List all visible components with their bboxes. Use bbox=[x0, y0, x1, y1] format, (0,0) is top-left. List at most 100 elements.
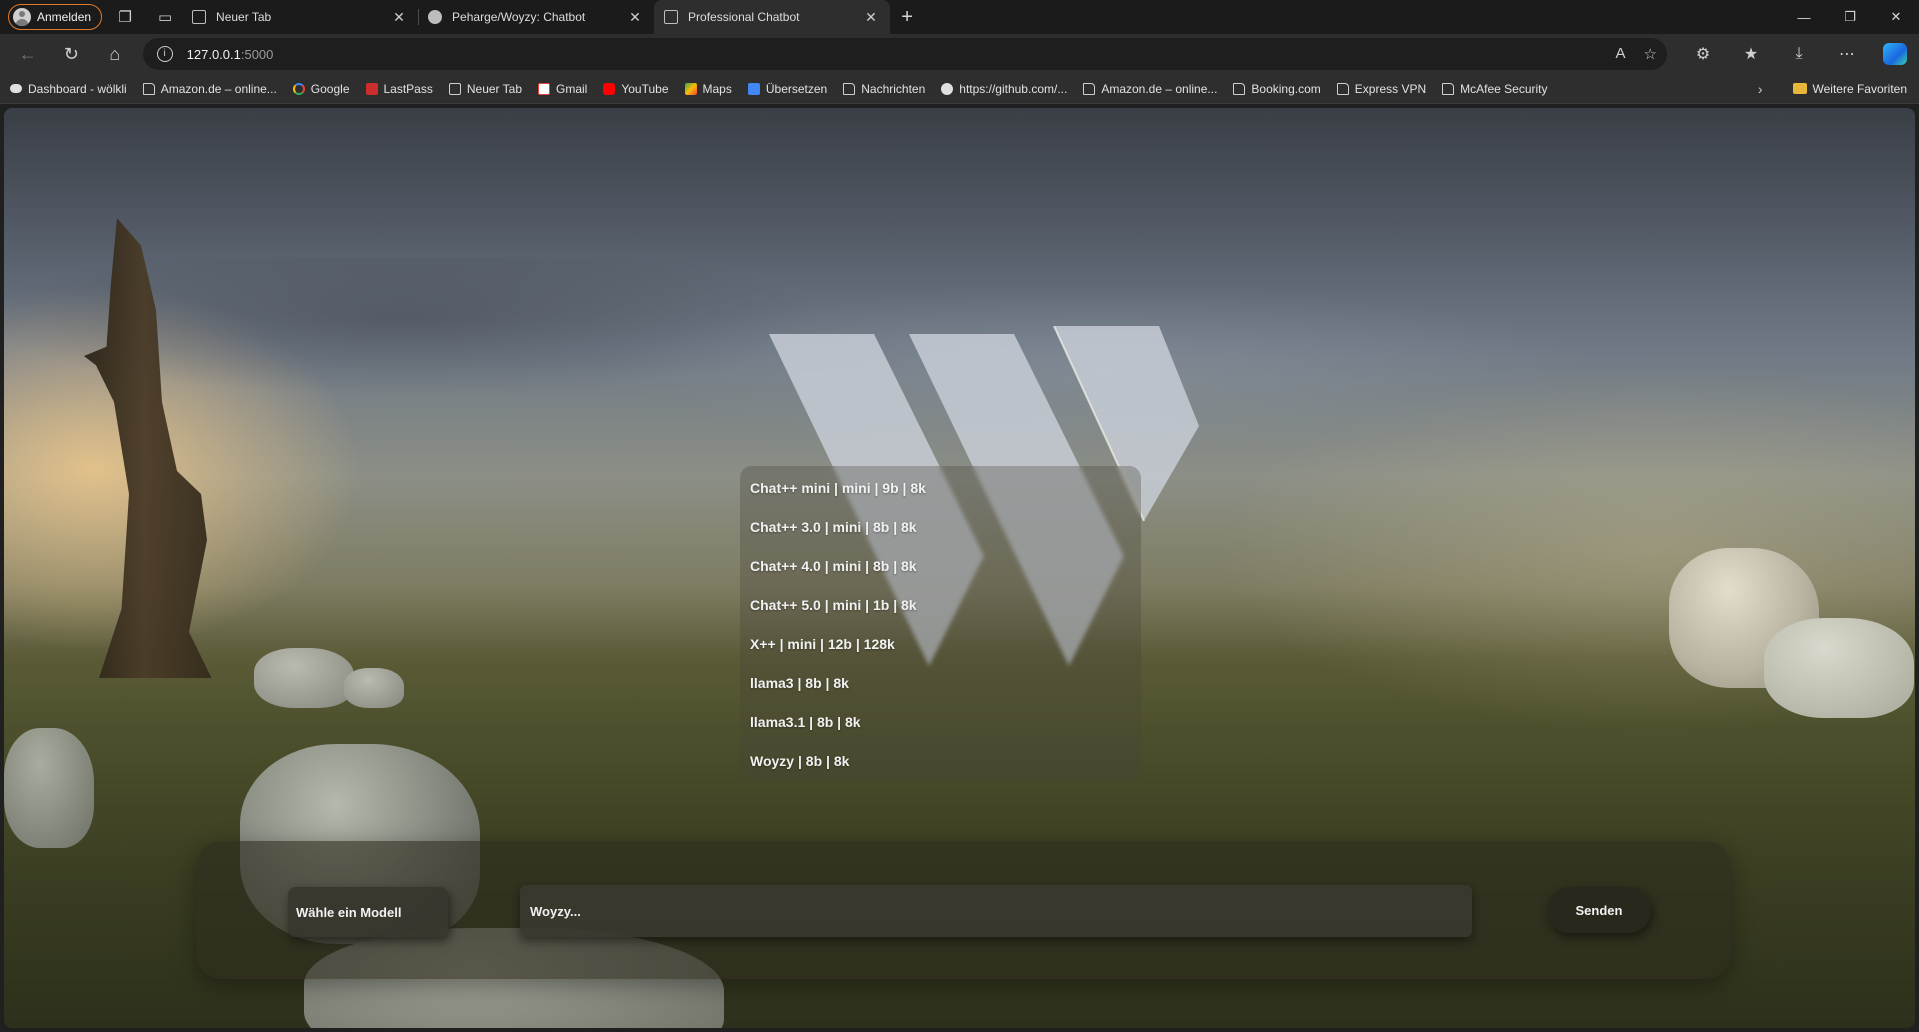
favorite-star-icon[interactable]: ☆ bbox=[1644, 45, 1657, 63]
tab-neuer-tab[interactable]: Neuer Tab ✕ bbox=[182, 0, 418, 34]
gmail-icon bbox=[538, 82, 551, 95]
minimize-icon[interactable]: — bbox=[1781, 0, 1827, 34]
page-icon bbox=[192, 10, 207, 24]
close-tab-icon[interactable]: ✕ bbox=[390, 9, 408, 26]
tab-label: Neuer Tab bbox=[216, 10, 272, 24]
favorite-gmail[interactable]: Gmail bbox=[538, 82, 587, 96]
lastpass-icon bbox=[365, 82, 378, 95]
back-icon[interactable]: ← bbox=[6, 38, 50, 70]
favorite-express-vpn[interactable]: Express VPN bbox=[1336, 82, 1426, 96]
favorite-label: Nachrichten bbox=[861, 81, 926, 96]
favorite-nachrichten[interactable]: Nachrichten bbox=[843, 82, 925, 96]
profile-label: Anmelden bbox=[37, 10, 92, 24]
extensions-icon[interactable]: ⚙ bbox=[1679, 43, 1727, 65]
favorite-amazon-2[interactable]: Amazon.de – online... bbox=[1083, 82, 1217, 96]
page-icon bbox=[1336, 82, 1349, 95]
reload-icon[interactable]: ↻ bbox=[50, 38, 94, 70]
favorite-google[interactable]: Google bbox=[292, 82, 350, 96]
close-tab-icon[interactable]: ✕ bbox=[862, 9, 880, 26]
copilot-icon[interactable] bbox=[1871, 43, 1919, 65]
more-menu-icon[interactable]: ⋯ bbox=[1823, 43, 1871, 65]
favorite-label: McAfee Security bbox=[1460, 81, 1548, 96]
chevron-right-icon[interactable]: › bbox=[1758, 81, 1763, 97]
tab-label: Professional Chatbot bbox=[688, 10, 800, 24]
tab-actions-icon[interactable]: ▭ bbox=[148, 3, 182, 31]
model-select[interactable]: Wähle ein Modell bbox=[288, 887, 448, 937]
model-option[interactable]: Chat++ 3.0 | mini | 8b | 8k bbox=[740, 507, 1141, 546]
favorite-label: YouTube bbox=[621, 81, 669, 96]
page-icon bbox=[843, 82, 856, 95]
chat-input-panel: Wähle ein Modell Senden bbox=[196, 841, 1731, 979]
new-tab-button[interactable]: + bbox=[890, 3, 924, 31]
model-dropdown-list: Chat++ mini | mini | 9b | 8k Chat++ 3.0 … bbox=[740, 466, 1141, 780]
close-window-icon[interactable]: ✕ bbox=[1873, 0, 1919, 34]
github-icon bbox=[428, 10, 443, 24]
tab-github[interactable]: Peharge/Woyzy: Chatbot ✕ bbox=[418, 0, 654, 34]
background-rock bbox=[344, 668, 404, 708]
page-icon bbox=[448, 82, 461, 95]
tab-professional-chatbot[interactable]: Professional Chatbot ✕ bbox=[654, 0, 891, 34]
favorite-mcafee[interactable]: McAfee Security bbox=[1442, 81, 1548, 96]
model-option[interactable]: Chat++ 5.0 | mini | 1b | 8k bbox=[740, 585, 1141, 624]
favorite-lastpass[interactable]: LastPass bbox=[365, 81, 433, 96]
favorite-translate[interactable]: Übersetzen bbox=[747, 82, 827, 96]
downloads-icon[interactable]: ⤓ bbox=[1775, 43, 1823, 65]
page-icon bbox=[142, 82, 155, 95]
google-icon bbox=[292, 82, 305, 95]
url-host: 127.0.0.1 bbox=[186, 46, 241, 62]
page-icon bbox=[1233, 82, 1246, 95]
favorite-label: Neuer Tab bbox=[466, 81, 523, 96]
browser-toolbar: ← ↻ ⌂ i 127.0.0.1:5000 A ☆ ⚙ ★ ⤓ ⋯ bbox=[0, 34, 1919, 74]
tab-strip: Anmelden ❐ ▭ Neuer Tab ✕ Peharge/Woyzy: … bbox=[0, 0, 1919, 34]
model-option[interactable]: X++ | mini | 12b | 128k bbox=[740, 624, 1141, 663]
favorite-label: Gmail bbox=[556, 81, 588, 96]
background-rock bbox=[1764, 618, 1914, 718]
favorite-amazon[interactable]: Amazon.de – online... bbox=[142, 81, 277, 96]
youtube-icon bbox=[603, 82, 616, 95]
message-input[interactable] bbox=[520, 885, 1472, 937]
home-icon[interactable]: ⌂ bbox=[93, 38, 137, 70]
more-favorites-button[interactable]: Weitere Favoriten bbox=[1813, 82, 1907, 96]
cloud-icon bbox=[10, 84, 22, 93]
favorite-label: Amazon.de – online... bbox=[1101, 81, 1218, 96]
model-option[interactable]: Woyzy | 8b | 8k bbox=[740, 741, 1141, 780]
favorite-label: Amazon.de – online... bbox=[160, 81, 277, 96]
folder-icon bbox=[1792, 83, 1807, 94]
restore-icon[interactable]: ❐ bbox=[1827, 0, 1873, 34]
favorite-booking[interactable]: Booking.com bbox=[1233, 81, 1321, 96]
profile-button[interactable]: Anmelden bbox=[8, 4, 103, 30]
avatar-icon bbox=[13, 8, 31, 26]
favorite-youtube[interactable]: YouTube bbox=[603, 81, 669, 96]
background-rock bbox=[4, 728, 94, 848]
favorite-dashboard[interactable]: Dashboard - wölkli bbox=[10, 82, 127, 96]
favorite-label: Dashboard - wölkli bbox=[28, 81, 127, 96]
favorite-maps[interactable]: Maps bbox=[684, 81, 732, 96]
translate-icon bbox=[747, 82, 760, 95]
read-aloud-icon[interactable]: A bbox=[1616, 45, 1626, 63]
send-button[interactable]: Senden bbox=[1547, 887, 1651, 933]
model-option[interactable]: llama3 | 8b | 8k bbox=[740, 663, 1141, 702]
tab-label: Peharge/Woyzy: Chatbot bbox=[452, 10, 586, 24]
favorite-label: Maps bbox=[702, 81, 732, 96]
url-port: :5000 bbox=[240, 46, 274, 62]
page-icon bbox=[1083, 82, 1096, 95]
page-icon bbox=[1442, 82, 1455, 95]
page-viewport: Chat++ mini | mini | 9b | 8k Chat++ 3.0 … bbox=[4, 108, 1915, 1028]
close-tab-icon[interactable]: ✕ bbox=[626, 9, 644, 26]
favorite-label: LastPass bbox=[383, 81, 433, 96]
model-option[interactable]: llama3.1 | 8b | 8k bbox=[740, 702, 1141, 741]
github-icon bbox=[941, 82, 954, 95]
window-controls: — ❐ ✕ bbox=[1781, 0, 1919, 34]
favorites-icon[interactable]: ★ bbox=[1727, 43, 1775, 65]
address-bar[interactable]: i 127.0.0.1:5000 A ☆ bbox=[142, 38, 1667, 70]
model-option[interactable]: Chat++ 4.0 | mini | 8b | 8k bbox=[740, 546, 1141, 585]
site-info-icon[interactable]: i bbox=[156, 46, 173, 62]
model-option[interactable]: Chat++ mini | mini | 9b | 8k bbox=[740, 468, 1141, 507]
favorites-bar: Dashboard - wölkli Amazon.de – online...… bbox=[0, 74, 1919, 104]
favorite-github[interactable]: https://github.com/... bbox=[941, 82, 1067, 96]
maps-icon bbox=[684, 82, 697, 95]
workspaces-icon[interactable]: ❐ bbox=[108, 3, 142, 31]
favorite-neuer-tab[interactable]: Neuer Tab bbox=[448, 81, 523, 96]
favorite-label: https://github.com/... bbox=[959, 81, 1068, 96]
favorite-label: Booking.com bbox=[1251, 81, 1321, 96]
